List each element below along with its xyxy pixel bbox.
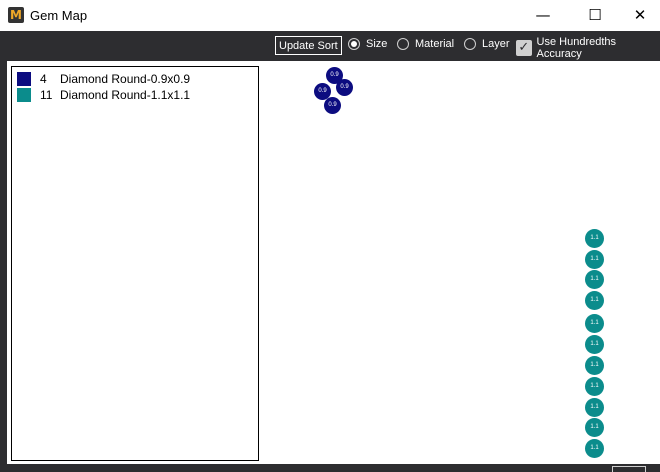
radio-material-label: Material [415,38,455,50]
gem-marker[interactable]: 1.1 [585,418,604,437]
gem-marker[interactable]: 1.1 [585,291,604,310]
gem-marker[interactable]: 1.1 [585,335,604,354]
hundredths-checkbox[interactable]: ✓ Use Hundredths Accuracy [516,36,660,60]
gem-marker[interactable]: 1.1 [585,229,604,248]
gem-marker[interactable]: 0.9 [324,97,341,114]
window-title: Gem Map [30,8,88,23]
legend-label: Diamond Round-0.9x0.9 [60,72,191,86]
title-bar: M Gem Map — ☐ ✕ [0,0,660,31]
legend-count: 4 [40,72,47,86]
radio-unselected-icon [397,38,409,50]
toolbar: Update Sort Size Material Layer ✓ Use Hu… [0,31,660,61]
minimize-button[interactable]: — [520,0,566,31]
hundredths-label: Use Hundredths Accuracy [536,36,617,60]
gem-marker[interactable]: 1.1 [585,398,604,417]
legend-item[interactable]: 11 Diamond Round-1.1x1.1 [17,88,190,102]
color-swatch [17,72,31,86]
legend-item[interactable]: 4 Diamond Round-0.9x0.9 [17,72,190,86]
gem-marker[interactable]: 1.1 [585,314,604,333]
radio-size-label: Size [366,38,388,50]
radio-layer-label: Layer [482,38,510,50]
gem-map-canvas[interactable]: 0.9 0.9 0.9 0.9 1.1 1.1 1.1 1.1 1.1 1.1 … [262,61,660,464]
close-button[interactable]: ✕ [617,0,660,31]
gem-marker[interactable]: 1.1 [585,356,604,375]
maximize-button[interactable]: ☐ [572,0,618,31]
radio-unselected-icon [464,38,476,50]
content-area: 4 Diamond Round-0.9x0.9 11 Diamond Round… [7,61,660,464]
update-sort-button[interactable]: Update Sort [275,36,342,55]
gem-marker[interactable]: 0.9 [336,79,353,96]
app-logo-icon: M [8,7,24,23]
radio-selected-icon [348,38,360,50]
bottom-button-edge[interactable] [612,466,646,472]
legend-count: 11 [40,88,53,102]
gem-marker[interactable]: 1.1 [585,377,604,396]
radio-material[interactable]: Material [397,38,454,50]
legend-label: Diamond Round-1.1x1.1 [60,88,191,102]
color-swatch [17,88,31,102]
gem-legend-panel: 4 Diamond Round-0.9x0.9 11 Diamond Round… [11,66,259,461]
gem-marker[interactable]: 1.1 [585,250,604,269]
gem-marker[interactable]: 1.1 [585,270,604,289]
radio-layer[interactable]: Layer [464,38,510,50]
radio-size[interactable]: Size [348,38,387,50]
gem-marker[interactable]: 1.1 [585,439,604,458]
checkmark-icon: ✓ [516,40,532,56]
